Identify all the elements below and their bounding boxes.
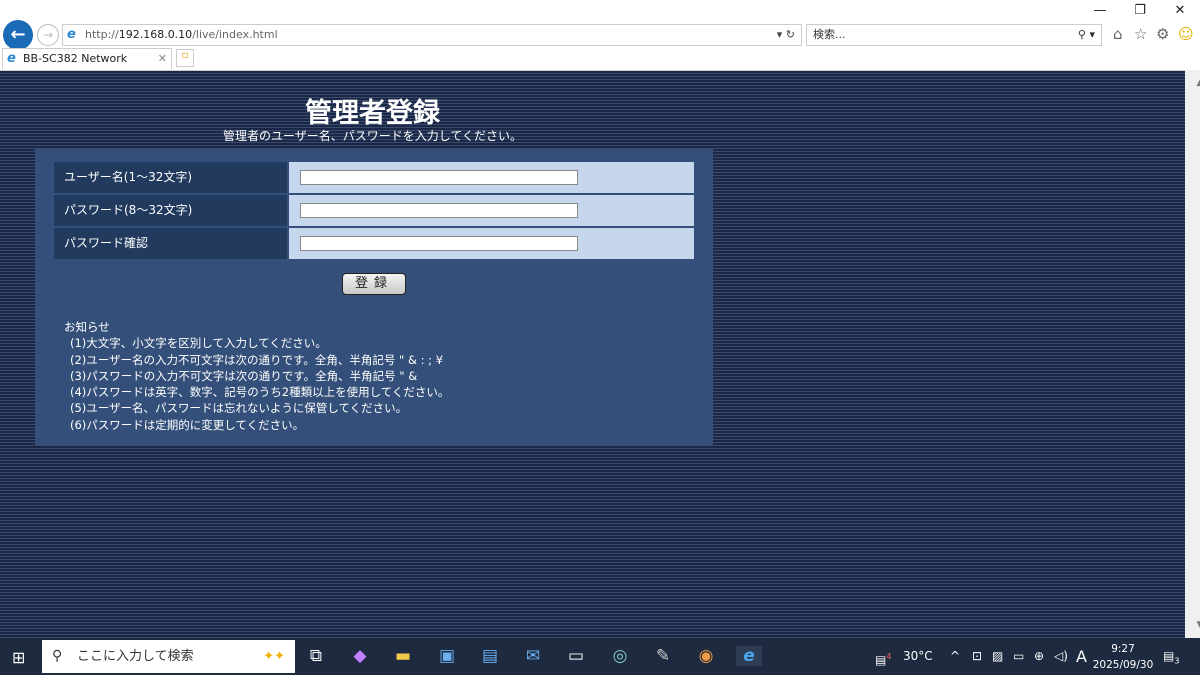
url-prefix: http:// xyxy=(85,28,119,41)
taskbar-search-input[interactable]: ⚲ ここに入力して検索 ✦✦ xyxy=(42,640,295,673)
ie-page-icon: e xyxy=(67,25,76,45)
clock-date: 2025/09/30 xyxy=(1092,657,1154,673)
url-host: 192.168.0.10 xyxy=(119,28,192,41)
registration-form: ユーザー名(1～32文字) パスワード(8～32文字) パスワード確認 登録 お… xyxy=(35,149,713,445)
url-path: /live/index.html xyxy=(192,28,277,41)
terminal-icon[interactable]: ▭ xyxy=(563,646,589,666)
security-icon[interactable]: ▨ xyxy=(992,638,1003,675)
taskbar-search-placeholder: ここに入力して検索 xyxy=(77,649,194,664)
notification-count: 3 xyxy=(1174,656,1179,665)
chrome-icon[interactable]: ◉ xyxy=(693,646,719,666)
windows-start-icon[interactable]: ⊞ xyxy=(12,648,25,667)
task-view-icon[interactable]: ⧉ xyxy=(303,646,329,666)
browser-tab[interactable]: e BB-SC382 Network Camera ✕ xyxy=(2,48,172,69)
notice-item: (6)パスワードは定期的に変更してください。 xyxy=(64,417,449,433)
close-button[interactable]: ✕ xyxy=(1160,0,1200,22)
internet-explorer-icon[interactable]: e xyxy=(736,646,762,666)
notice-item: (4)パスワードは英字、数字、記号のうち2種類以上を使用してください。 xyxy=(64,384,449,400)
scroll-down-icon[interactable]: ▼ xyxy=(1193,620,1200,630)
username-label: ユーザー名(1～32文字) xyxy=(54,162,287,193)
volume-icon[interactable]: ◁) xyxy=(1054,638,1068,675)
battery-icon[interactable]: ▭ xyxy=(1013,638,1024,675)
tab-close-icon[interactable]: ✕ xyxy=(158,49,167,69)
forward-button[interactable]: → xyxy=(37,24,59,46)
password-label: パスワード(8～32文字) xyxy=(54,195,287,226)
paint-icon[interactable]: ✎ xyxy=(650,646,676,666)
page-subtitle: 管理者のユーザー名、パスワードを入力してください。 xyxy=(0,127,745,144)
password-confirm-row: パスワード確認 xyxy=(54,228,694,259)
ime-indicator[interactable]: A xyxy=(1076,638,1087,675)
window-controls: — ❐ ✕ xyxy=(1080,0,1200,22)
weather-temp[interactable]: 30°C xyxy=(903,638,933,675)
sparkle-icon: ✦✦ xyxy=(263,640,285,673)
search-placeholder: 検索... xyxy=(813,28,846,41)
news-widget-icon[interactable]: ▤4 xyxy=(875,638,891,679)
register-button[interactable]: 登録 xyxy=(342,273,406,295)
notice-section: お知らせ (1)大文字、小文字を区別して入力してください。 (2)ユーザー名の入… xyxy=(64,319,449,433)
magnifier-app-icon[interactable]: ◎ xyxy=(607,646,633,666)
store-icon[interactable]: ▣ xyxy=(434,646,460,666)
smiley-feedback-icon[interactable]: ☺ xyxy=(1178,25,1194,43)
home-icon[interactable]: ⌂ xyxy=(1113,25,1123,43)
taskbar: ⊞ ⚲ ここに入力して検索 ✦✦ ⧉ ◆ ▬ ▣ ▤ ✉ ▭ ◎ ✎ ◉ e ▤… xyxy=(0,638,1200,675)
weather-badge: 4 xyxy=(886,652,891,661)
browser-search-input[interactable]: 検索... ⚲ ▾ xyxy=(806,24,1102,46)
vertical-scrollbar[interactable]: ▲ ▼ xyxy=(1185,70,1200,638)
mail-icon[interactable]: ✉ xyxy=(520,646,546,666)
ie-tab-icon: e xyxy=(7,49,16,69)
new-tab-button[interactable]: ▫ xyxy=(176,49,194,67)
tray-chevron-icon[interactable]: ^ xyxy=(950,638,960,675)
meet-icon[interactable]: ⊡ xyxy=(972,638,982,675)
notice-item: (2)ユーザー名の入力不可文字は次の通りです。全角、半角記号 " & : ; ¥ xyxy=(64,352,449,368)
refresh-icon[interactable]: ▾ ↻ xyxy=(777,25,795,45)
notification-icon[interactable]: ▤3 xyxy=(1163,638,1179,679)
notice-item: (1)大文字、小文字を区別して入力してください。 xyxy=(64,335,449,351)
network-globe-icon[interactable]: ⊕ xyxy=(1034,638,1044,675)
password-row: パスワード(8～32文字) xyxy=(54,195,694,226)
scroll-up-icon[interactable]: ▲ xyxy=(1193,78,1200,88)
username-row: ユーザー名(1～32文字) xyxy=(54,162,694,193)
username-input[interactable] xyxy=(300,170,578,185)
clock-time: 9:27 xyxy=(1092,641,1154,657)
page-content: 管理者登録 管理者のユーザー名、パスワードを入力してください。 ユーザー名(1～… xyxy=(0,70,1185,638)
password-input[interactable] xyxy=(300,203,578,218)
password-confirm-label: パスワード確認 xyxy=(54,228,287,259)
restore-button[interactable]: ❐ xyxy=(1120,0,1160,22)
page-title: 管理者登録 xyxy=(0,91,745,130)
favorites-star-icon[interactable]: ☆ xyxy=(1134,25,1147,43)
address-bar[interactable]: e http://192.168.0.10/live/index.html ▾ … xyxy=(62,24,802,46)
search-icon[interactable]: ⚲ ▾ xyxy=(1078,25,1095,45)
app-icon[interactable]: ▤ xyxy=(477,646,503,666)
browser-chrome: — ❐ ✕ ← → e http://192.168.0.10/live/ind… xyxy=(0,0,1200,70)
password-confirm-input[interactable] xyxy=(300,236,578,251)
minimize-button[interactable]: — xyxy=(1080,0,1120,22)
copilot-icon[interactable]: ◆ xyxy=(347,646,373,666)
notice-heading: お知らせ xyxy=(64,319,449,335)
notice-item: (5)ユーザー名、パスワードは忘れないように保管してください。 xyxy=(64,400,449,416)
clock[interactable]: 9:27 2025/09/30 xyxy=(1092,641,1154,673)
file-explorer-icon[interactable]: ▬ xyxy=(390,646,416,666)
settings-gear-icon[interactable]: ⚙ xyxy=(1156,25,1169,43)
back-button[interactable]: ← xyxy=(3,20,33,50)
notice-item: (3)パスワードの入力不可文字は次の通りです。全角、半角記号 " & xyxy=(64,368,449,384)
search-icon: ⚲ xyxy=(52,640,62,673)
